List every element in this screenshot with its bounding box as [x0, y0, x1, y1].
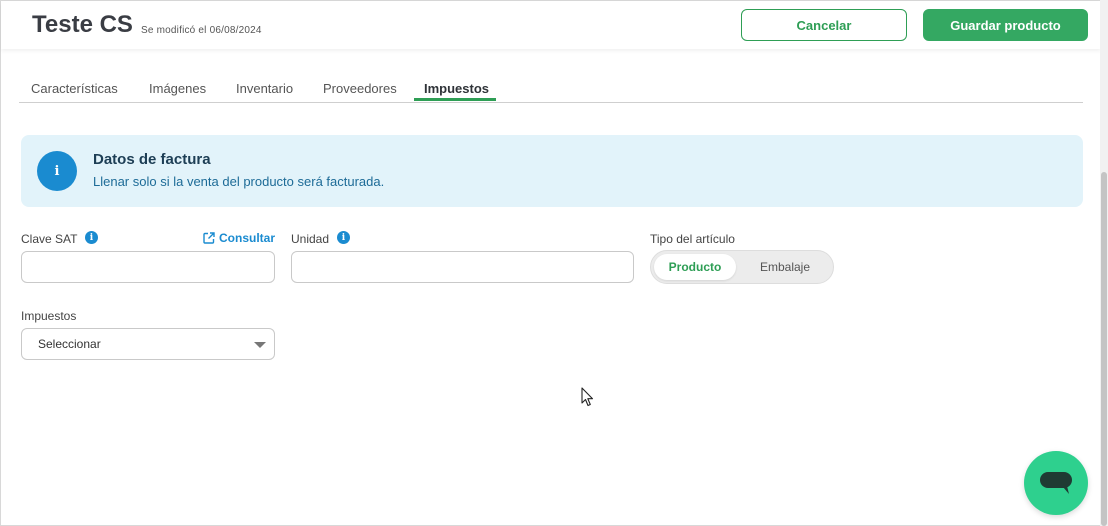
active-tab-indicator — [414, 98, 496, 101]
info-icon: i — [37, 151, 77, 191]
page-header: Teste CS Se modificó el 06/08/2024 Cance… — [1, 1, 1101, 49]
app-frame: Teste CS Se modificó el 06/08/2024 Cance… — [0, 0, 1108, 526]
info-banner: i Datos de factura Llenar solo si la ven… — [21, 135, 1083, 207]
unidad-label: Unidad — [291, 232, 330, 246]
cancel-button[interactable]: Cancelar — [741, 9, 907, 41]
clave-sat-info-icon[interactable]: i — [85, 231, 98, 244]
banner-text: Llenar solo si la venta del producto ser… — [93, 174, 385, 189]
tab-impuestos[interactable]: Impuestos — [424, 81, 489, 96]
impuestos-select[interactable]: Seleccionar — [21, 328, 275, 360]
last-modified-text: Se modificó el 06/08/2024 — [141, 25, 262, 36]
tipo-articulo-toggle: Producto Embalaje — [650, 250, 834, 284]
product-tabs: Características Imágenes Inventario Prov… — [19, 77, 1083, 103]
tab-inventario[interactable]: Inventario — [236, 81, 293, 96]
tab-caracteristicas[interactable]: Características — [31, 81, 118, 96]
chevron-down-icon — [254, 342, 266, 348]
banner-title: Datos de factura — [93, 151, 211, 168]
external-link-icon — [203, 232, 215, 244]
unidad-input[interactable] — [291, 251, 634, 283]
clave-sat-label: Clave SAT — [21, 232, 78, 246]
consultar-link[interactable]: Consultar — [203, 231, 275, 245]
save-product-button[interactable]: Guardar producto — [923, 9, 1088, 41]
chat-button[interactable] — [1024, 451, 1088, 515]
impuestos-select-value: Seleccionar — [38, 337, 101, 351]
vertical-scrollbar-thumb[interactable] — [1101, 172, 1107, 526]
tipo-articulo-label: Tipo del artículo — [650, 232, 735, 246]
tab-proveedores[interactable]: Proveedores — [323, 81, 397, 96]
impuestos-label: Impuestos — [21, 309, 77, 323]
toggle-option-embalaje[interactable]: Embalaje — [741, 254, 829, 280]
tab-imagenes[interactable]: Imágenes — [149, 81, 206, 96]
mouse-cursor-icon — [581, 387, 594, 407]
chat-bubble-icon — [1040, 472, 1072, 494]
toggle-option-producto[interactable]: Producto — [654, 254, 736, 280]
page-title: Teste CS — [32, 11, 133, 38]
consultar-link-label: Consultar — [219, 231, 276, 245]
clave-sat-input[interactable] — [21, 251, 275, 283]
unidad-info-icon[interactable]: i — [337, 231, 350, 244]
